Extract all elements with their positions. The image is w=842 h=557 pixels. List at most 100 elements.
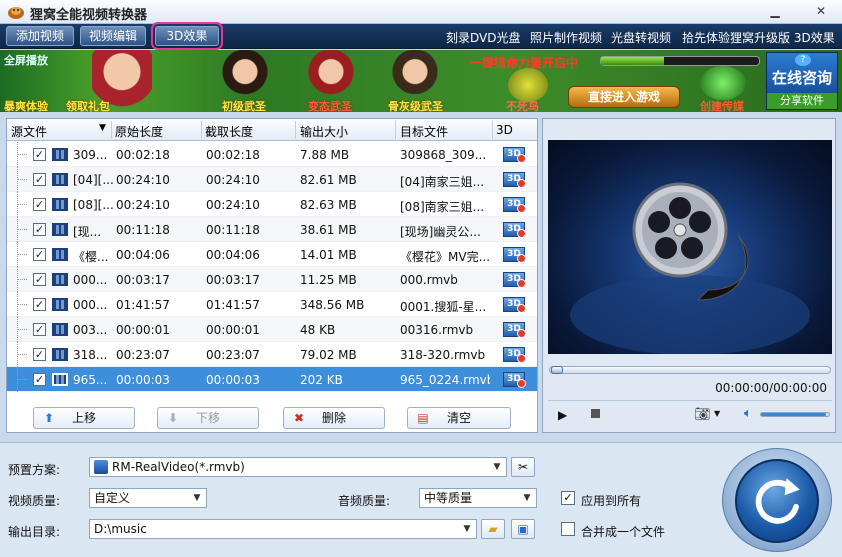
cell-original-length: 00:03:17 (116, 273, 170, 287)
close-button[interactable]: ✕ (812, 3, 830, 20)
table-row[interactable]: ✓ 965... 00:00:03 00:00:03 202 KB 965_0224.rm… (7, 367, 537, 392)
chevron-down-icon[interactable]: ▼ (188, 489, 206, 507)
row-checkbox[interactable]: ✓ (33, 173, 46, 186)
camera-icon[interactable]: 📷︎ (694, 407, 711, 422)
audio-quality-select[interactable]: 中等质量 ▼ (419, 488, 537, 508)
cell-output-size: 11.25 MB (300, 273, 357, 287)
cell-target-file: 965_0224.rmvb (400, 373, 490, 387)
3d-settings-icon[interactable]: 3D (503, 222, 526, 238)
stop-icon[interactable] (591, 409, 600, 418)
minimize-button[interactable]: ▁ (766, 3, 784, 20)
tree-line (17, 267, 27, 292)
table-row[interactable]: ✓ [08][... 00:24:10 00:24:10 82.63 MB [08]南家三… (7, 192, 537, 217)
ad-banner[interactable]: 全屏播放 暴爽体验 领取礼包 初级武圣 变态武圣 骨灰级武圣 一键猎命力量开启中… (0, 50, 842, 112)
video-quality-select[interactable]: 自定义 ▼ (89, 488, 207, 508)
playback-seek-bar[interactable] (549, 366, 831, 374)
col-target-file[interactable]: 目标文件 (400, 123, 448, 140)
table-row[interactable]: ✓ 309... 00:02:18 00:02:18 7.88 MB 309868_309… (7, 142, 537, 167)
tree-line (17, 142, 27, 167)
seek-thumb[interactable] (551, 366, 563, 374)
chevron-down-icon[interactable]: ▼ (714, 409, 720, 418)
film-icon (52, 148, 68, 161)
3d-settings-icon[interactable]: 3D (503, 247, 526, 263)
cell-source: 309... (73, 148, 108, 162)
add-video-button[interactable]: 添加视频 (6, 26, 74, 46)
browse-folder-button[interactable]: ▰ (481, 519, 505, 539)
power-bar (600, 56, 760, 66)
move-down-button[interactable]: ⬇ 下移 (157, 407, 259, 429)
cell-original-length: 00:00:01 (116, 323, 170, 337)
row-checkbox[interactable]: ✓ (33, 148, 46, 161)
disc-to-video-link[interactable]: 光盘转视频 (611, 29, 671, 46)
chevron-down-icon[interactable]: ▼ (518, 489, 536, 507)
3d-settings-icon[interactable]: 3D (503, 372, 526, 388)
3d-settings-icon[interactable]: 3D (503, 347, 526, 363)
row-checkbox[interactable]: ✓ (33, 298, 46, 311)
row-checkbox[interactable]: ✓ (33, 348, 46, 361)
volume-icon[interactable]: 🔈︎ (744, 406, 752, 421)
convert-button[interactable] (722, 448, 832, 552)
table-row[interactable]: ✓ 000... 01:41:57 01:41:57 348.56 MB 0001.搜狐-… (7, 292, 537, 317)
table-row[interactable]: ✓ [现... 00:11:18 00:11:18 38.61 MB [现场]幽灵公...… (7, 217, 537, 242)
table-row[interactable]: ✓ 《樱... 00:04:06 00:04:06 14.01 MB 《樱花》MV完...… (7, 242, 537, 267)
3d-settings-icon[interactable]: 3D (503, 272, 526, 288)
delete-button[interactable]: ✖ 删除 (283, 407, 385, 429)
3d-settings-icon[interactable]: 3D (503, 172, 526, 188)
3d-settings-icon[interactable]: 3D (503, 197, 526, 213)
title-bar: 狸窝全能视频转换器 ▁ ✕ (0, 0, 842, 24)
row-checkbox[interactable]: ✓ (33, 323, 46, 336)
col-original-length[interactable]: 原始长度 (115, 123, 163, 140)
merge-checkbox[interactable] (561, 522, 575, 536)
enter-game-button[interactable]: 直接进入游戏 (568, 86, 680, 108)
apply-all-label: 应用到所有 (581, 494, 642, 508)
row-checkbox[interactable]: ✓ (33, 223, 46, 236)
cell-source: [现... (73, 225, 102, 239)
output-dir-input[interactable]: D:\music ▼ (89, 519, 477, 539)
row-checkbox[interactable]: ✓ (33, 248, 46, 261)
cell-cut-length: 00:02:18 (206, 148, 260, 162)
col-output-size[interactable]: 输出大小 (300, 123, 348, 140)
table-row[interactable]: ✓ 318... 00:23:07 00:23:07 79.02 MB 318-320.r… (7, 342, 537, 367)
col-3d[interactable]: 3D (496, 123, 513, 137)
chevron-down-icon[interactable]: ▼ (488, 458, 506, 476)
3d-settings-icon[interactable]: 3D (503, 322, 526, 338)
film-icon (52, 298, 68, 311)
film-icon (94, 460, 108, 474)
3d-settings-icon[interactable]: 3D (503, 297, 526, 313)
preset-settings-button[interactable]: ✂ (511, 457, 535, 477)
3d-settings-icon[interactable]: 3D (503, 147, 526, 163)
file-table-header: 源文件 ▼ 原始长度 截取长度 输出大小 目标文件 3D (7, 119, 537, 141)
online-consult-panel[interactable]: ? 在线咨询 分享软件 (766, 52, 838, 110)
col-cut-length[interactable]: 截取长度 (205, 123, 253, 140)
clear-button[interactable]: ▤ 清空 (407, 407, 511, 429)
chevron-down-icon[interactable]: ▼ (458, 520, 476, 538)
sort-down-icon[interactable]: ▼ (99, 123, 106, 133)
move-up-button[interactable]: ⬆ 上移 (33, 407, 135, 429)
row-checkbox[interactable]: ✓ (33, 373, 46, 386)
photo-video-link[interactable]: 照片制作视频 (530, 29, 602, 46)
share-software-button[interactable]: 分享软件 (767, 93, 837, 109)
row-checkbox[interactable]: ✓ (33, 198, 46, 211)
online-consult-label[interactable]: 在线咨询 (767, 67, 837, 88)
cell-output-size: 7.88 MB (300, 148, 350, 162)
upgrade-link[interactable]: 拾先体验狸窝升级版 3D效果 (682, 29, 835, 46)
3d-effect-button[interactable]: 3D效果 (151, 22, 223, 50)
play-icon[interactable]: ▶ (558, 408, 567, 422)
edit-video-button[interactable]: 视频编辑 (80, 26, 146, 46)
volume-slider[interactable] (760, 412, 830, 417)
row-checkbox[interactable]: ✓ (33, 273, 46, 286)
fullscreen-link[interactable]: 全屏播放 (4, 52, 48, 68)
banner-gift-text: 领取礼包 (66, 100, 110, 112)
film-icon (52, 373, 68, 386)
open-folder-button[interactable]: ▣ (511, 519, 535, 539)
burn-dvd-link[interactable]: 刻录DVD光盘 (446, 29, 520, 46)
film-icon (52, 248, 68, 261)
apply-all-checkbox[interactable]: ✓ (561, 491, 575, 505)
table-row[interactable]: ✓ 003... 00:00:01 00:00:01 48 KB 00316.rmvb 3D (7, 317, 537, 342)
preset-select[interactable]: RM-RealVideo(*.rmvb) ▼ (89, 457, 507, 477)
col-source[interactable]: 源文件 (11, 123, 47, 140)
table-row[interactable]: ✓ [04][... 00:24:10 00:24:10 82.61 MB [04]南家三… (7, 167, 537, 192)
banner-share[interactable]: 创建传媒 (700, 98, 744, 112)
table-row[interactable]: ✓ 000... 00:03:17 00:03:17 11.25 MB 000.rmvb 3… (7, 267, 537, 292)
tree-line (17, 342, 27, 367)
